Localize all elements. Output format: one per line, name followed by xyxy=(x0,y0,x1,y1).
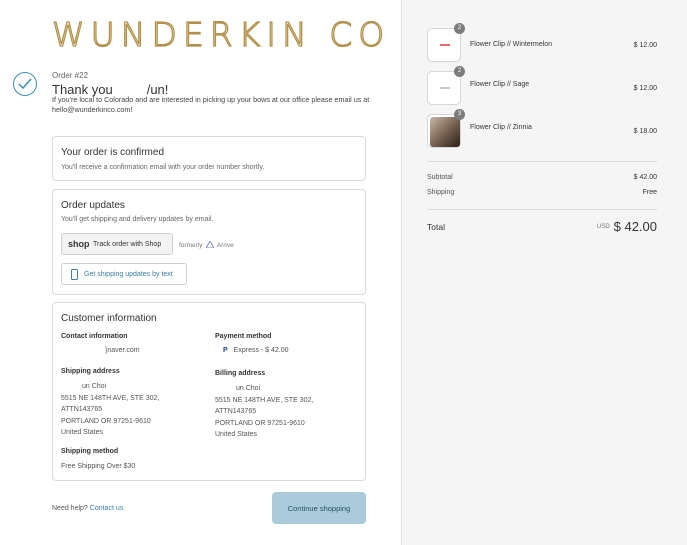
customer-title: Customer information xyxy=(61,313,157,324)
billing-address-label: Billing address xyxy=(215,370,266,377)
order-updates-card: Order updates You'll get shipping and de… xyxy=(52,189,366,295)
billing-line: 5515 NE 148TH AVE, STE 302, xyxy=(215,396,314,404)
quantity-badge: 2 xyxy=(454,23,465,34)
checkout-main: WUNDERKIN CO Order #22 Thank you/un! If … xyxy=(0,0,401,545)
item-name: Flower Clip // Sage xyxy=(470,81,530,88)
shipping-line: PORTLAND OR 97251-9610 xyxy=(61,417,151,425)
brand-logo[interactable]: WUNDERKIN CO xyxy=(51,17,390,51)
summary-divider xyxy=(427,161,657,162)
contact-us-link[interactable]: Contact us xyxy=(90,505,123,512)
shop-button-label: Track order with Shop xyxy=(93,241,162,248)
confirmed-title: Your order is confirmed xyxy=(61,147,165,158)
arrive-label: Arrive xyxy=(216,242,234,249)
shipping-method-label: Shipping method xyxy=(61,448,119,455)
updates-subtitle: You'll get shipping and delivery updates… xyxy=(61,216,214,223)
shipping-address-label: Shipping address xyxy=(61,368,120,375)
currency-code: USD xyxy=(597,224,610,230)
quantity-badge: 3 xyxy=(454,109,465,120)
text-button-label: Get shipping updates by text xyxy=(84,271,173,278)
contact-info-label: Contact information xyxy=(61,333,128,340)
payment-amount: Express - $ 42.00 xyxy=(233,347,289,354)
contact-info-value: }naver.com xyxy=(105,347,140,354)
cart-item: 2 Flower Clip // Sage $ 12.00 xyxy=(427,66,657,105)
item-name: Flower Clip // Wintermelon xyxy=(470,41,553,48)
item-name: Flower Clip // Zinnia xyxy=(470,124,532,131)
track-with-shop-button[interactable]: shop Track order with Shop xyxy=(61,233,173,255)
cart-item: 2 Flower Clip // Wintermelon $ 12.00 xyxy=(427,23,657,62)
shipping-method-value: Free Shipping Over $30 xyxy=(61,463,136,470)
order-confirmed-card: Your order is confirmed You'll receive a… xyxy=(52,136,366,181)
check-icon xyxy=(13,72,37,96)
shipping-value: Free xyxy=(642,189,657,196)
subtotal-value: $ 42.00 xyxy=(633,174,657,181)
shop-logo-icon: shop xyxy=(68,239,90,249)
billing-line: ATTN143765 xyxy=(215,408,257,415)
formerly-arrive-note: formerly Arrive xyxy=(179,239,234,249)
clip-icon xyxy=(440,87,450,89)
billing-name: un Choi xyxy=(236,385,261,392)
shipping-address: un Choi 5515 NE 148TH AVE, STE 302, ATTN… xyxy=(61,381,159,439)
total-value: $ 42.00 xyxy=(613,219,657,234)
payment-method-label: Payment method xyxy=(215,333,272,340)
shipping-line: 5515 NE 148TH AVE, STE 302, xyxy=(61,394,160,402)
shipping-name: un Choi xyxy=(82,383,107,390)
confirmed-subtitle: You'll receive a confirmation email with… xyxy=(61,164,265,171)
continue-shopping-button[interactable]: Continue shopping xyxy=(272,492,366,524)
billing-address: un Choi 5515 NE 148TH AVE, STE 302, ATTN… xyxy=(215,383,313,441)
payment-method-value: P Express - $ 42.00 xyxy=(223,345,289,357)
summary-divider xyxy=(427,209,657,210)
customer-information-card: Customer information Contact information… xyxy=(52,302,366,481)
billing-line: PORTLAND OR 97251-9610 xyxy=(215,419,305,427)
paypal-icon: P xyxy=(223,347,228,354)
item-price: $ 12.00 xyxy=(633,85,657,92)
item-price: $ 18.00 xyxy=(633,128,657,135)
phone-icon xyxy=(71,269,78,280)
quantity-badge: 2 xyxy=(454,66,465,77)
pickup-notice: If you're local to Colorado and are inte… xyxy=(52,95,370,114)
order-number: Order #22 xyxy=(52,71,89,80)
shipping-line: ATTN143765 xyxy=(61,406,103,413)
help-text: Need help? Contact us xyxy=(52,505,123,512)
shipping-updates-by-text-button[interactable]: Get shipping updates by text xyxy=(61,263,187,285)
subtotal-label: Subtotal xyxy=(427,174,453,181)
clip-icon xyxy=(440,44,450,46)
formerly-label: formerly xyxy=(179,242,203,249)
updates-title: Order updates xyxy=(61,200,125,211)
product-photo xyxy=(430,117,460,147)
arrive-icon xyxy=(205,239,216,249)
item-price: $ 12.00 xyxy=(633,42,657,49)
shipping-label: Shipping xyxy=(427,189,455,196)
need-help-label: Need help? xyxy=(52,505,88,512)
total-label: Total xyxy=(427,222,445,232)
billing-line: United States xyxy=(215,431,258,438)
cart-item: 3 Flower Clip // Zinnia $ 18.00 xyxy=(427,109,657,148)
shipping-line: United States xyxy=(61,429,104,436)
